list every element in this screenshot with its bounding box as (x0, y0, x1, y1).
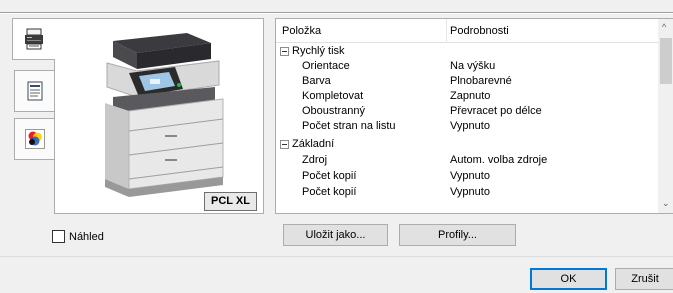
scroll-up-icon[interactable]: ^ (662, 22, 666, 32)
preview-checkbox[interactable]: Náhled (52, 230, 104, 243)
group-label: Základní (292, 138, 335, 150)
printer-preview-pane: PCL XL (54, 18, 264, 214)
list-item[interactable]: Zdroj Autom. volba zdroje (276, 153, 661, 168)
item-detail: Autom. volba zdroje (450, 154, 548, 166)
list-item[interactable]: Oboustranný Převracet po délce (276, 104, 661, 119)
printer-image (105, 33, 224, 197)
vertical-scrollbar[interactable]: ^ ⌄ (658, 19, 673, 213)
ok-button[interactable]: OK (530, 268, 607, 290)
item-detail: Vypnuto (450, 120, 490, 132)
item-detail: Vypnuto (450, 170, 490, 182)
pdl-badge: PCL XL (204, 192, 257, 211)
save-as-button[interactable]: Uložit jako... (283, 224, 388, 246)
color-circles-icon (24, 129, 45, 149)
item-name: Počet stran na listu (302, 120, 396, 132)
profiles-button[interactable]: Profily... (399, 224, 516, 246)
list-item[interactable]: Kompletovat Zapnuto (276, 89, 661, 104)
item-name: Zdroj (302, 154, 328, 166)
item-detail: Převracet po délce (450, 105, 542, 117)
group-label: Rychlý tisk (292, 45, 345, 57)
printer-settings-icon (25, 28, 43, 50)
item-name: Barva (302, 75, 331, 87)
scroll-down-icon[interactable]: ⌄ (662, 198, 670, 209)
document-icon (27, 81, 42, 101)
collapse-toggle-icon[interactable] (280, 140, 289, 149)
item-name: Kompletovat (302, 90, 364, 102)
item-name: Počet kopií (302, 186, 357, 198)
tab-color[interactable] (14, 118, 54, 160)
checkbox-box[interactable] (52, 230, 65, 243)
scroll-thumb[interactable] (660, 38, 672, 84)
list-item[interactable]: Počet kopií Vypnuto (276, 169, 661, 184)
top-edge (0, 0, 673, 14)
preview-checkbox-label: Náhled (69, 230, 104, 243)
group-row-quick-print[interactable]: Rychlý tisk (276, 44, 661, 59)
divider (0, 256, 673, 257)
item-detail: Vypnuto (450, 186, 490, 198)
collapse-toggle-icon[interactable] (280, 47, 289, 56)
tab-document[interactable] (14, 70, 54, 112)
group-row-basic[interactable]: Základní (276, 137, 661, 152)
item-name: Oboustranný (302, 105, 365, 117)
list-item[interactable]: Počet kopií Vypnuto (276, 185, 661, 200)
settings-list[interactable]: Položka Podrobnosti Rychlý tisk Orientac… (275, 18, 673, 214)
item-detail: Na výšku (450, 60, 496, 72)
item-name: Orientace (302, 60, 350, 72)
item-detail: Zapnuto (450, 90, 491, 102)
cancel-button[interactable]: Zrušit (615, 268, 673, 290)
item-name: Počet kopií (302, 170, 357, 182)
list-item[interactable]: Barva Plnobarevné (276, 74, 661, 89)
list-item[interactable]: Orientace Na výšku (276, 59, 661, 74)
column-header-item[interactable]: Položka (282, 25, 321, 37)
tab-printer-settings[interactable] (12, 18, 55, 60)
column-header-details[interactable]: Podrobnosti (450, 25, 509, 37)
list-header: Položka Podrobnosti (276, 19, 661, 43)
list-item[interactable]: Počet stran na listu Vypnuto (276, 119, 661, 134)
item-detail: Plnobarevné (450, 75, 512, 87)
